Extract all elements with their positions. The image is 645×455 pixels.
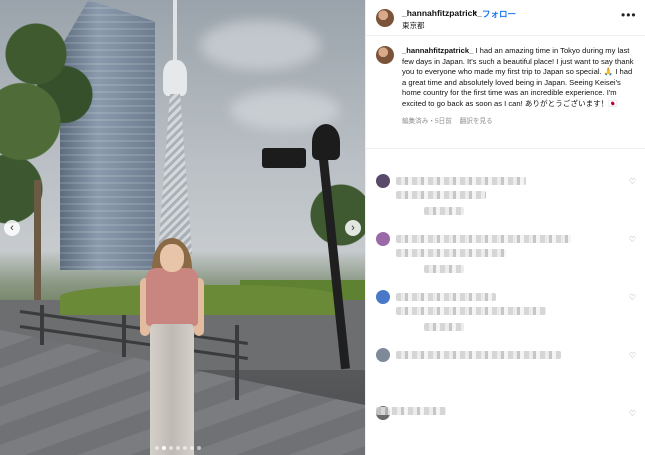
comment-item: ♡	[366, 165, 645, 223]
comment-text-blurred	[424, 207, 464, 215]
more-options-icon[interactable]: •••	[621, 8, 637, 22]
carousel-dot[interactable]	[176, 446, 180, 450]
carousel-dot[interactable]	[155, 446, 159, 450]
skytree-mast	[173, 0, 177, 60]
comment-item: ♡	[366, 281, 645, 339]
comment-text-blurred	[396, 191, 486, 199]
comment-avatar[interactable]	[376, 174, 390, 188]
comment-avatar[interactable]	[376, 232, 390, 246]
comment-text-blurred	[424, 323, 464, 331]
comment-item: ♡	[366, 339, 645, 397]
carousel-prev-button[interactable]: ‹	[4, 220, 20, 236]
translate-link[interactable]: 翻訳を見る	[460, 118, 493, 125]
carousel-dot[interactable]	[190, 446, 194, 450]
post-header: _hannahfitzpatrick_ • フォロー 東京都 •••	[366, 0, 645, 36]
cloud	[200, 20, 320, 70]
comment-text-blurred	[396, 249, 506, 257]
username[interactable]: _hannahfitzpatrick_	[402, 8, 482, 18]
rail-post	[40, 305, 44, 345]
rail-post	[122, 315, 126, 357]
caption-body: I had an amazing time in Tokyo during my…	[402, 46, 634, 108]
like-heart-icon[interactable]: ♡	[629, 409, 636, 418]
like-heart-icon[interactable]: ♡	[629, 235, 636, 244]
post-side-panel: _hannahfitzpatrick_ • フォロー 東京都 ••• _hann…	[365, 0, 645, 455]
carousel-dot[interactable]	[162, 446, 166, 450]
comment-text-blurred	[396, 177, 526, 185]
caption-meta: 編集済み・5日前 翻訳を見る	[402, 115, 636, 125]
caption-text: _hannahfitzpatrick_ I had an amazing tim…	[402, 46, 636, 110]
comment-text-blurred	[396, 351, 561, 359]
location[interactable]: 東京都	[402, 20, 425, 31]
avatar[interactable]	[376, 9, 394, 27]
comment-list: ♡ ♡ ♡ ♡ ♡	[366, 165, 645, 455]
person	[140, 238, 204, 455]
carousel-dots	[155, 446, 201, 450]
post-photo[interactable]: ‹ ›	[0, 0, 365, 455]
comment-avatar[interactable]	[376, 290, 390, 304]
follow-button[interactable]: フォロー	[482, 8, 516, 20]
comment-item: ♡	[366, 223, 645, 281]
avatar[interactable]	[376, 46, 394, 64]
comment-text-blurred	[396, 307, 546, 315]
separator: •	[474, 7, 477, 17]
caption-username[interactable]: _hannahfitzpatrick_	[402, 46, 473, 55]
carousel-next-button[interactable]: ›	[345, 220, 361, 236]
like-heart-icon[interactable]: ♡	[629, 351, 636, 360]
street-sign	[262, 148, 306, 168]
rail-post	[235, 325, 239, 400]
like-heart-icon[interactable]: ♡	[629, 177, 636, 186]
comment-text-blurred	[376, 407, 446, 415]
street-lamp	[312, 124, 340, 160]
comment-text-blurred	[396, 293, 496, 301]
comment-avatar[interactable]	[376, 348, 390, 362]
carousel-dot[interactable]	[183, 446, 187, 450]
comment-item: ♡	[366, 397, 645, 455]
comment-text-blurred	[424, 265, 464, 273]
divider	[366, 148, 645, 149]
edited-timestamp: 編集済み・5日前	[402, 117, 452, 125]
caption: _hannahfitzpatrick_ I had an amazing tim…	[366, 36, 645, 125]
carousel-dot[interactable]	[197, 446, 201, 450]
skytree-tower	[158, 94, 192, 254]
like-heart-icon[interactable]: ♡	[629, 293, 636, 302]
comment-text-blurred	[396, 235, 571, 243]
shirt	[146, 268, 198, 326]
pants	[150, 324, 194, 455]
face	[160, 244, 184, 272]
skytree-observation-deck	[163, 60, 187, 96]
instagram-post: ‹ › _hannahfitzpatrick_ • フォロー 東京都 ••• _…	[0, 0, 645, 455]
carousel-dot[interactable]	[169, 446, 173, 450]
